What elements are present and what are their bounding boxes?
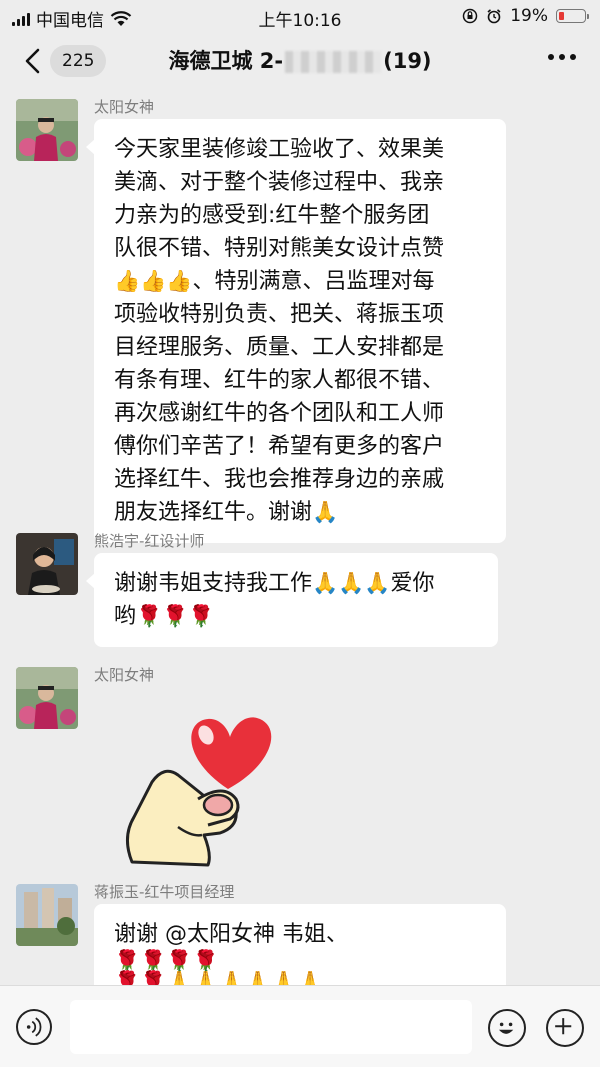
avatar[interactable] xyxy=(16,533,78,595)
more-icon[interactable] xyxy=(548,54,576,60)
message-bubble[interactable]: 谢谢韦姐支持我工作🙏🙏🙏爱你 哟🌹🌹🌹 xyxy=(86,553,498,647)
message-item: 太阳女神 今天家里装修竣工验收了、效果美 美滴、对于整个装修过程中、我亲 力亲为… xyxy=(16,98,584,543)
pray-emoji: 🙏🙏🙏 xyxy=(312,571,391,595)
rose-emoji: 🌹🌹🌹 xyxy=(136,604,215,628)
message-item: 蒋振玉-红牛项目经理 谢谢 @太阳女神 韦姐、🌹🌹🌹🌹 🌹🌹🙏🙏🙏🙏🙏🙏 xyxy=(16,883,584,994)
emoji-icon[interactable] xyxy=(488,1009,526,1047)
avatar[interactable] xyxy=(16,667,78,729)
chat-title: 海德卫城 2- (19) xyxy=(0,45,600,77)
status-bar: 中国电信 上午10:16 19% xyxy=(0,0,600,32)
member-count: (19) xyxy=(383,49,432,73)
message-text: 、特别满意、吕监理对每 项验收特别负责、把关、蒋振玉项 目经理服务、质量、工人安… xyxy=(114,269,445,525)
message-bubble[interactable]: 谢谢 @太阳女神 韦姐、🌹🌹🌹🌹 🌹🌹🙏🙏🙏🙏🙏🙏 xyxy=(94,904,506,994)
battery-percent: 19% xyxy=(510,6,548,26)
redacted-blur xyxy=(285,51,382,73)
pray-emoji: 🙏 xyxy=(312,500,339,524)
lock-rotation-icon xyxy=(462,8,478,24)
battery-icon xyxy=(556,9,589,23)
avatar[interactable] xyxy=(16,884,78,946)
avatar[interactable] xyxy=(16,99,78,161)
sender-name: 太阳女神 xyxy=(94,666,155,684)
message-item: 熊浩宇-红设计师 谢谢韦姐支持我工作🙏🙏🙏爱你 哟🌹🌹🌹 xyxy=(16,532,584,647)
message-item: 太阳女神 xyxy=(16,666,584,867)
sender-name: 熊浩宇-红设计师 xyxy=(94,532,205,550)
finger-heart-sticker[interactable] xyxy=(112,687,282,867)
voice-icon[interactable] xyxy=(16,1009,52,1045)
message-input[interactable] xyxy=(70,1000,472,1054)
sender-name: 太阳女神 xyxy=(94,98,155,116)
input-bar xyxy=(0,985,600,1067)
alarm-icon xyxy=(487,9,501,24)
message-text: 谢谢韦姐支持我工作 xyxy=(114,571,313,596)
plus-icon[interactable] xyxy=(546,1009,584,1047)
message-bubble[interactable]: 今天家里装修竣工验收了、效果美 美滴、对于整个装修过程中、我亲 力亲为的感受到:… xyxy=(86,119,506,543)
sender-name: 蒋振玉-红牛项目经理 xyxy=(94,883,235,901)
message-text: 今天家里装修竣工验收了、效果美 美滴、对于整个装修过程中、我亲 力亲为的感受到:… xyxy=(114,137,445,261)
chat-header: 225 海德卫城 2- (19) xyxy=(0,32,600,90)
chat-title-prefix: 海德卫城 2- xyxy=(168,49,284,73)
thumbs-up-emoji: 👍👍👍 xyxy=(114,269,193,293)
message-text: 谢谢 @太阳女神 韦姐、 xyxy=(114,922,348,947)
